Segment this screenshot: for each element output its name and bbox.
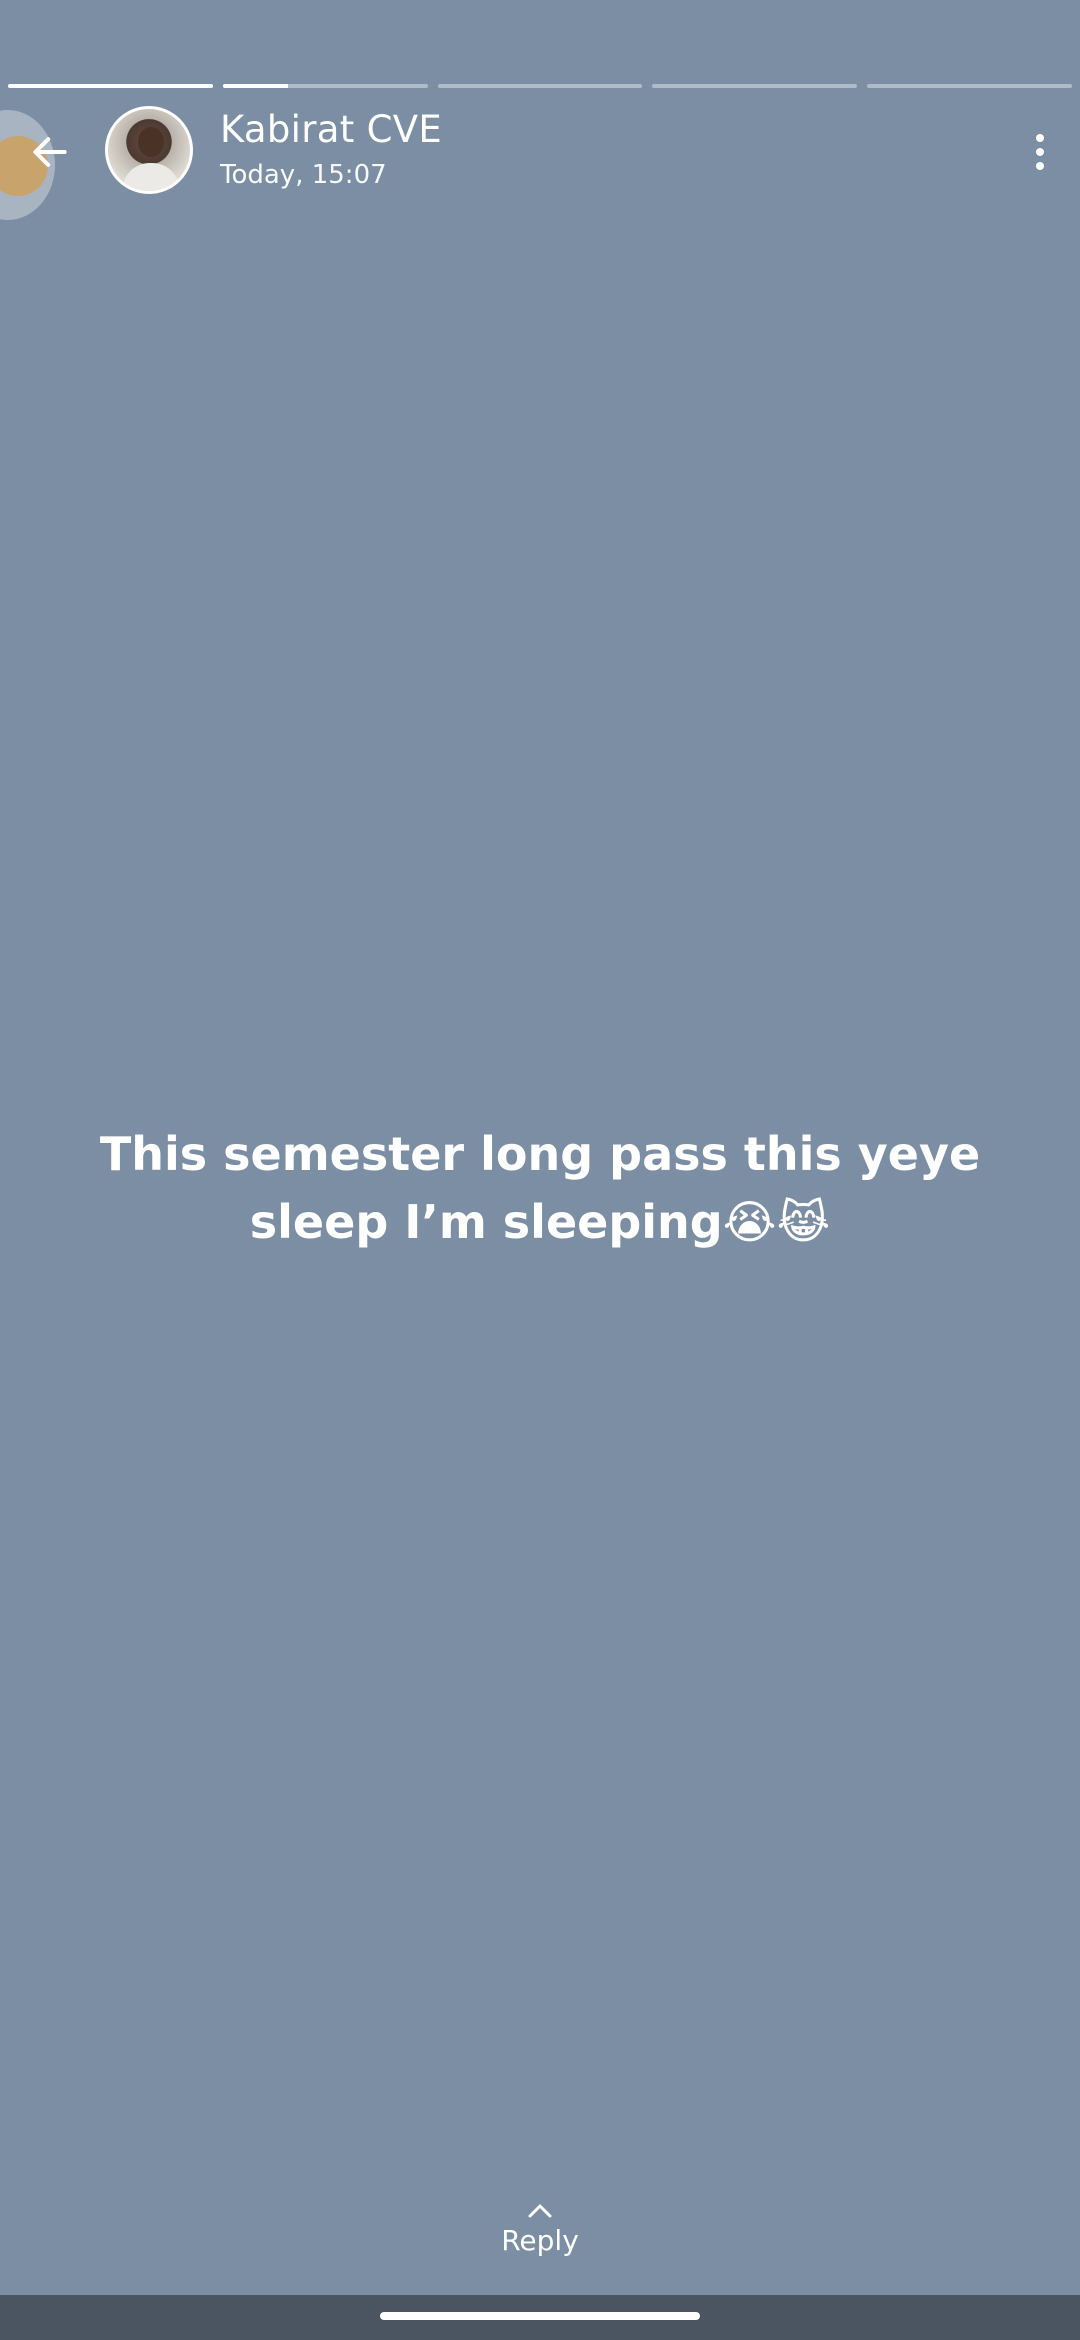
status-progress-bar bbox=[8, 84, 1072, 90]
arrow-left-icon bbox=[33, 137, 67, 167]
chevron-up-icon bbox=[528, 2204, 552, 2218]
progress-fill bbox=[8, 84, 213, 88]
status-timestamp: Today, 15:07 bbox=[220, 160, 387, 190]
back-button[interactable] bbox=[20, 122, 80, 182]
more-options-button[interactable] bbox=[1020, 122, 1060, 182]
progress-segment bbox=[867, 84, 1072, 88]
more-vert-icon-dot bbox=[1036, 148, 1044, 156]
reply-label: Reply bbox=[501, 2224, 579, 2257]
avatar-body bbox=[122, 163, 180, 191]
home-indicator[interactable] bbox=[380, 2312, 700, 2320]
contact-avatar[interactable] bbox=[105, 106, 193, 194]
reply-button[interactable]: Reply bbox=[0, 2200, 1080, 2257]
progress-fill bbox=[222, 84, 289, 88]
contact-name[interactable]: Kabirat CVE bbox=[220, 108, 442, 151]
avatar-head bbox=[138, 127, 164, 157]
progress-segment bbox=[8, 84, 213, 88]
more-vert-icon bbox=[1036, 134, 1044, 142]
progress-segment bbox=[222, 84, 428, 88]
system-navigation-bar bbox=[0, 2295, 1080, 2340]
progress-segment bbox=[652, 84, 858, 88]
more-vert-icon-dot bbox=[1036, 162, 1044, 170]
progress-segment bbox=[437, 84, 643, 88]
status-text: This semester long pass this yeye sleep … bbox=[99, 1127, 981, 1249]
